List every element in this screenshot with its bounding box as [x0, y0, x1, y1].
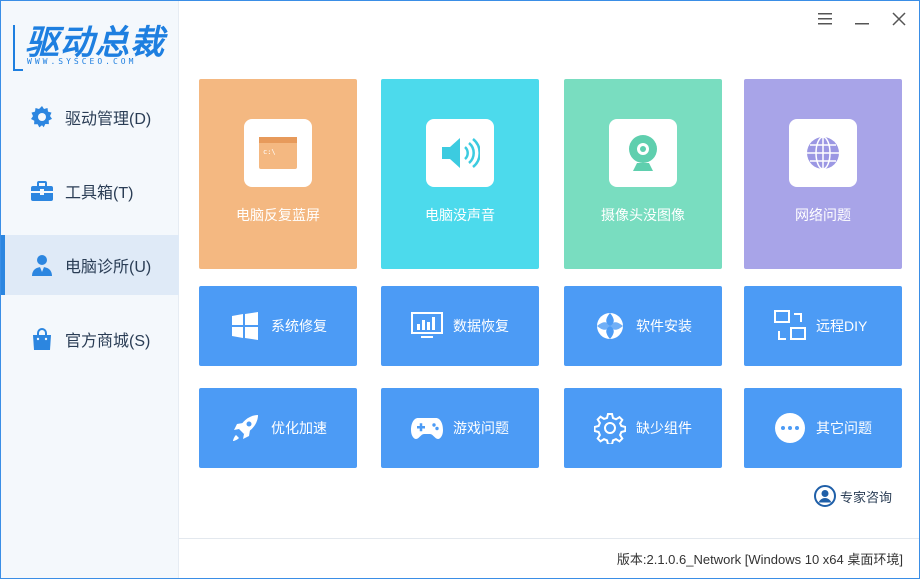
- app-logo: 驱动总裁 WWW.SYSCEO.COM: [13, 15, 173, 75]
- doctor-icon: [29, 252, 55, 278]
- more-dots-icon: [772, 410, 808, 446]
- expert-consult-link[interactable]: 专家咨询: [814, 485, 892, 507]
- tile-label: 摄像头没图像: [601, 207, 685, 223]
- windows-icon: [227, 308, 263, 344]
- tile-bluescreen[interactable]: c:\ 电脑反复蓝屏: [199, 79, 357, 269]
- tile-label: 缺少组件: [636, 420, 692, 436]
- tile-game-issues[interactable]: 游戏问题: [381, 388, 539, 468]
- user-circle-icon: [814, 485, 836, 507]
- sidebar-item-label: 电脑诊所(U): [65, 259, 152, 276]
- tile-remote-diy[interactable]: 远程DIY: [744, 286, 902, 366]
- close-button[interactable]: [888, 9, 910, 29]
- logo-accent: [13, 25, 23, 71]
- cog-icon: [592, 410, 628, 446]
- tile-label: 网络问题: [795, 207, 851, 223]
- tile-label: 软件安装: [636, 318, 692, 334]
- speaker-icon: [442, 138, 480, 168]
- expert-consult-label: 专家咨询: [840, 489, 893, 505]
- tile-system-repair[interactable]: 系统修复: [199, 286, 357, 366]
- shopping-bag-icon: [29, 326, 55, 352]
- tile-icon-box: [609, 119, 677, 187]
- tile-label: 其它问题: [816, 420, 872, 436]
- sidebar: 驱动总裁 WWW.SYSCEO.COM 驱动管理(D) 工具箱(T) 电脑诊所(…: [1, 1, 179, 578]
- tile-label: 电脑反复蓝屏: [236, 207, 320, 223]
- logo-subtext: WWW.SYSCEO.COM: [27, 57, 137, 66]
- gamepad-icon: [409, 410, 445, 446]
- gear-icon: [29, 104, 55, 130]
- sidebar-item-label: 官方商城(S): [65, 333, 151, 350]
- sidebar-item-pc-clinic[interactable]: 电脑诊所(U): [1, 235, 179, 295]
- tile-data-recovery[interactable]: 数据恢复: [381, 286, 539, 366]
- remote-screens-icon: [772, 308, 808, 344]
- rocket-icon: [227, 410, 263, 446]
- toolbox-icon: [29, 178, 55, 204]
- monitor-chart-icon: [409, 308, 445, 344]
- minimize-icon: [855, 23, 869, 25]
- tile-label: 电脑没声音: [425, 207, 495, 223]
- sidebar-item-driver-management[interactable]: 驱动管理(D): [1, 87, 179, 147]
- tile-software-install[interactable]: 软件安装: [564, 286, 722, 366]
- tile-optimize-speedup[interactable]: 优化加速: [199, 388, 357, 468]
- terminal-window-icon: c:\: [259, 137, 297, 169]
- tile-label: 游戏问题: [453, 420, 509, 436]
- sidebar-item-label: 工具箱(T): [65, 185, 134, 202]
- sidebar-item-toolbox[interactable]: 工具箱(T): [1, 161, 179, 221]
- aperture-icon: [592, 308, 628, 344]
- tile-label: 系统修复: [271, 318, 327, 334]
- tile-missing-components[interactable]: 缺少组件: [564, 388, 722, 468]
- footer-divider: [179, 538, 919, 539]
- svg-text:c:\: c:\: [263, 148, 276, 156]
- menu-button[interactable]: [814, 9, 836, 29]
- sidebar-item-label: 驱动管理(D): [65, 111, 152, 128]
- version-info: 版本:2.1.0.6_Network [Windows 10 x64 桌面环境]: [616, 552, 903, 567]
- tile-other-issues[interactable]: 其它问题: [744, 388, 902, 468]
- minimize-button[interactable]: [851, 9, 873, 29]
- tile-label: 数据恢复: [453, 318, 509, 334]
- tile-icon-box: [789, 119, 857, 187]
- tile-icon-box: c:\: [244, 119, 312, 187]
- tile-network[interactable]: 网络问题: [744, 79, 902, 269]
- tile-no-sound[interactable]: 电脑没声音: [381, 79, 539, 269]
- app-window: 驱动总裁 WWW.SYSCEO.COM 驱动管理(D) 工具箱(T) 电脑诊所(…: [0, 0, 920, 579]
- close-icon: [892, 12, 906, 26]
- menu-icon: [818, 13, 832, 25]
- webcam-icon: [629, 135, 657, 171]
- sidebar-item-official-store[interactable]: 官方商城(S): [1, 309, 179, 369]
- tile-icon-box: [426, 119, 494, 187]
- tile-webcam[interactable]: 摄像头没图像: [564, 79, 722, 269]
- tile-label: 优化加速: [271, 420, 327, 436]
- globe-icon: [807, 136, 839, 170]
- tile-label: 远程DIY: [816, 318, 868, 334]
